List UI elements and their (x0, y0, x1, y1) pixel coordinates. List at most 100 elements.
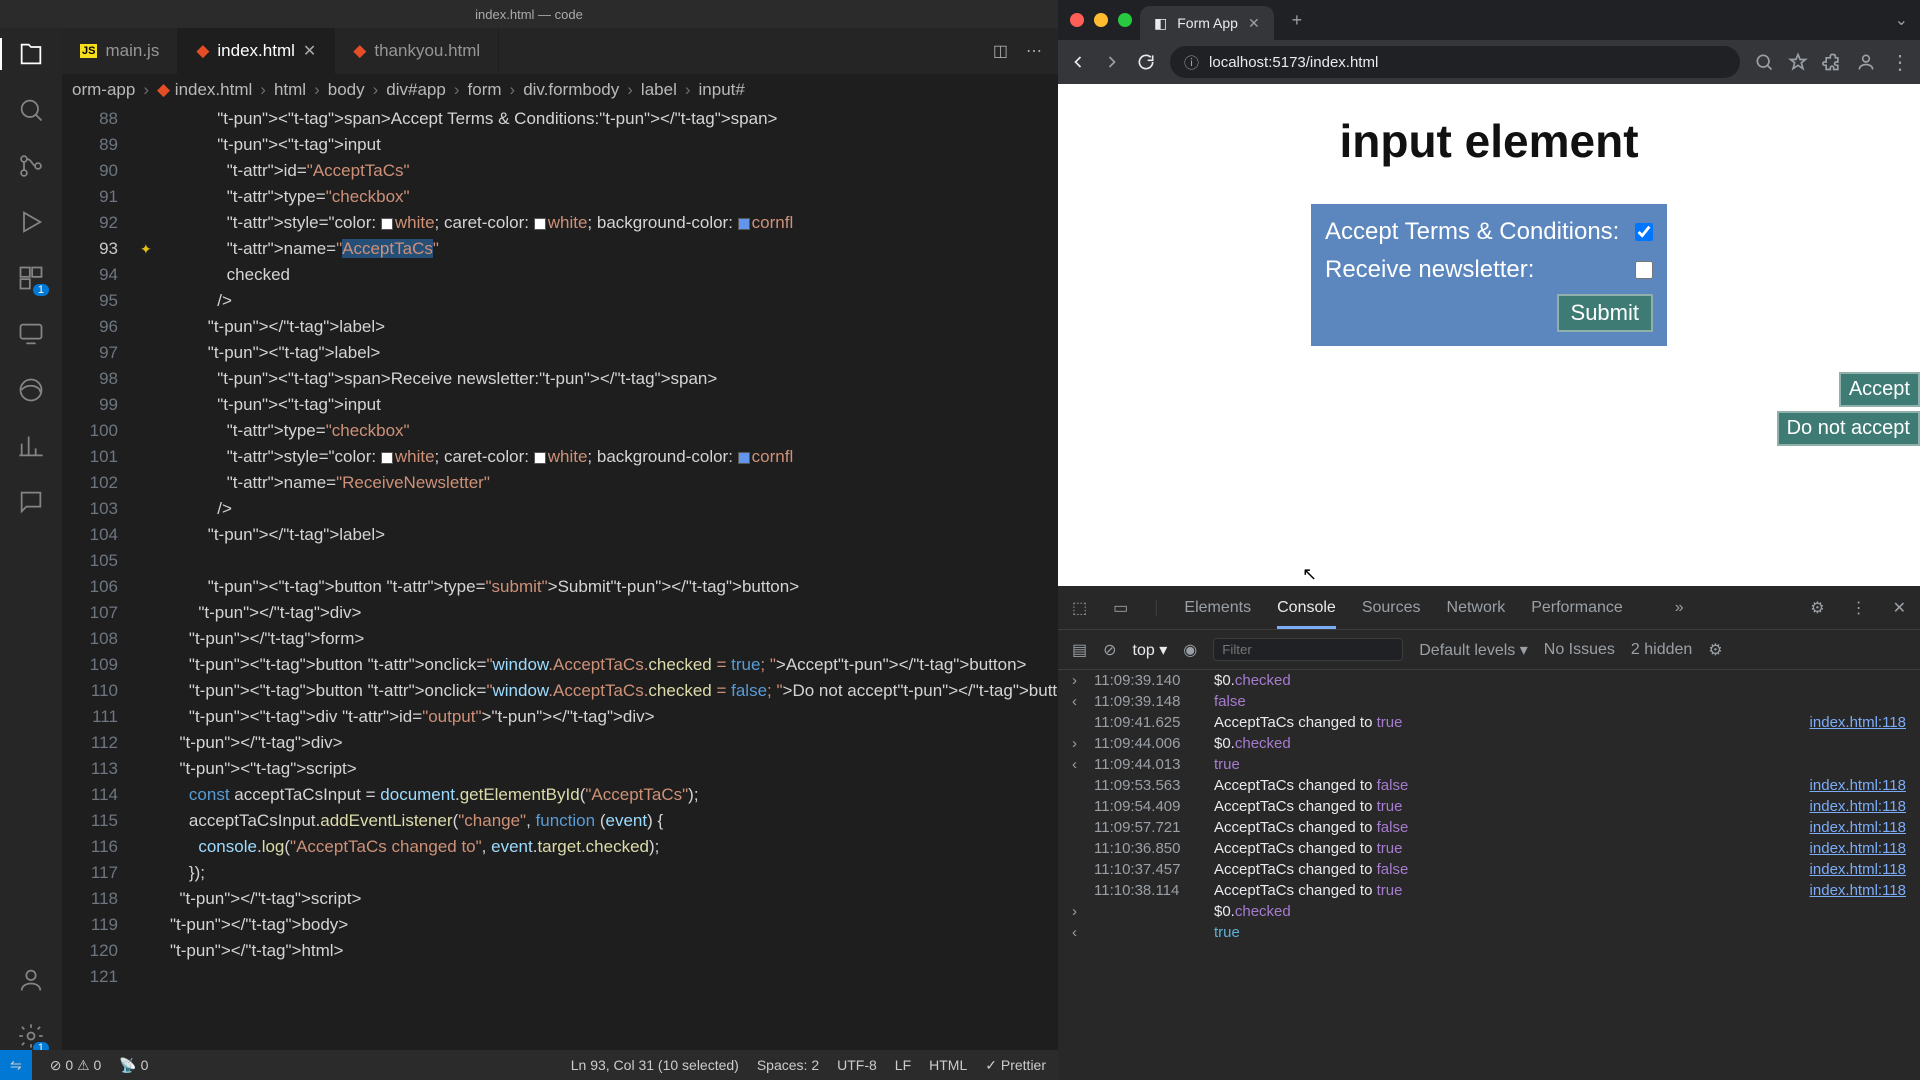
devtools-settings-icon[interactable]: ⚙ (1810, 598, 1824, 618)
breadcrumb-item[interactable]: div.formbody (523, 80, 619, 100)
code-editor[interactable]: 8889909192939495969798991001011021031041… (62, 106, 1058, 1050)
editor-tab-main-js[interactable]: JSmain.js (62, 28, 178, 74)
devtools-tab-elements[interactable]: Elements (1184, 599, 1251, 616)
code-content[interactable]: "t-pun"><"t-tag">span>Accept Terms & Con… (170, 106, 1058, 1050)
console-source-link[interactable]: index.html:118 (1810, 882, 1906, 899)
breadcrumb-item[interactable]: input# (699, 80, 745, 100)
status-errors[interactable]: ⊘ 0 ⚠ 0 (50, 1057, 102, 1074)
breadcrumb-item[interactable]: orm-app (72, 80, 135, 100)
inspect-icon[interactable]: ⬚ (1072, 598, 1087, 618)
device-toggle-icon[interactable]: ▭ (1113, 598, 1128, 618)
console-source-link[interactable]: index.html:118 (1810, 861, 1906, 878)
status-encoding[interactable]: UTF-8 (837, 1057, 877, 1073)
profile-icon[interactable] (1856, 52, 1876, 72)
hidden-count[interactable]: 2 hidden (1631, 641, 1692, 659)
status-bar: ⇋ ⊘ 0 ⚠ 0 📡 0 Ln 93, Col 31 (10 selected… (0, 1050, 1058, 1080)
settings-gear-icon[interactable]: 1 (17, 1022, 45, 1050)
more-actions-icon[interactable]: ⋯ (1026, 41, 1042, 61)
chat-icon[interactable] (17, 488, 45, 516)
breadcrumb-item[interactable]: ◆ index.html (157, 80, 252, 100)
devtools-tab-performance[interactable]: Performance (1531, 599, 1623, 616)
activity-bar: 1 1 (0, 28, 62, 1050)
breadcrumbs[interactable]: orm-app›◆ index.html›html›body›div#app›f… (62, 74, 1058, 106)
close-window-icon[interactable] (1070, 13, 1084, 27)
zoom-icon[interactable] (1754, 52, 1774, 72)
console-source-link[interactable]: index.html:118 (1810, 777, 1906, 794)
kebab-menu-icon[interactable]: ⋮ (1890, 50, 1910, 75)
vscode-title: index.html — code (475, 7, 583, 22)
devtools-tab-console[interactable]: Console (1277, 599, 1336, 629)
form-row-newsletter: Receive newsletter: (1325, 256, 1653, 284)
search-icon[interactable] (17, 96, 45, 124)
chart-icon[interactable] (17, 432, 45, 460)
terms-checkbox[interactable] (1635, 223, 1653, 241)
window-controls (1070, 13, 1132, 27)
devtools-panel: ⬚ ▭ | ElementsConsoleSourcesNetworkPerfo… (1058, 586, 1920, 1080)
submit-button[interactable]: Submit (1557, 294, 1653, 332)
clear-console-icon[interactable]: ⊘ (1103, 640, 1116, 660)
devtools-tab-network[interactable]: Network (1447, 599, 1506, 616)
back-icon[interactable] (1068, 52, 1088, 72)
forward-icon[interactable] (1102, 52, 1122, 72)
address-bar[interactable]: ⓘ localhost:5173/index.html (1170, 46, 1740, 78)
console-source-link[interactable]: index.html:118 (1810, 798, 1906, 815)
accounts-icon[interactable] (17, 966, 45, 994)
minimize-window-icon[interactable] (1094, 13, 1108, 27)
devtools-tab-sources[interactable]: Sources (1362, 599, 1421, 616)
url-text: localhost:5173/index.html (1209, 54, 1378, 71)
side-buttons: Accept Do not accept (1777, 372, 1920, 446)
status-eol[interactable]: LF (895, 1057, 911, 1073)
run-debug-icon[interactable] (17, 208, 45, 236)
newsletter-checkbox[interactable] (1635, 261, 1653, 279)
maximize-window-icon[interactable] (1118, 13, 1132, 27)
accept-button[interactable]: Accept (1839, 372, 1920, 407)
console-source-link[interactable]: index.html:118 (1810, 819, 1906, 836)
breadcrumb-item[interactable]: form (468, 80, 502, 100)
status-cursor[interactable]: Ln 93, Col 31 (10 selected) (571, 1057, 739, 1073)
status-ports[interactable]: 📡 0 (119, 1057, 148, 1074)
vscode-titlebar: index.html — code (0, 0, 1058, 28)
log-levels-selector[interactable]: Default levels ▾ (1419, 640, 1528, 660)
console-output[interactable]: ›11:09:39.140$0.checked‹11:09:39.148fals… (1058, 670, 1920, 1080)
status-formatter[interactable]: ✓ Prettier (985, 1057, 1046, 1074)
do-not-accept-button[interactable]: Do not accept (1777, 411, 1920, 446)
breadcrumb-item[interactable]: html (274, 80, 306, 100)
close-tab-icon[interactable]: ✕ (1248, 15, 1260, 32)
breadcrumb-item[interactable]: label (641, 80, 677, 100)
console-filter-input[interactable] (1213, 638, 1403, 661)
reload-icon[interactable] (1136, 52, 1156, 72)
editor-tab-thankyou-html[interactable]: ◆thankyou.html (335, 28, 499, 74)
breadcrumb-item[interactable]: div#app (386, 80, 446, 100)
editor-tab-index-html[interactable]: ◆index.html✕ (178, 28, 335, 74)
close-tab-icon[interactable]: ✕ (303, 41, 316, 61)
console-source-link[interactable]: index.html:118 (1810, 840, 1906, 857)
extensions-puzzle-icon[interactable] (1822, 52, 1842, 72)
newsletter-label: Receive newsletter: (1325, 256, 1534, 284)
bookmark-icon[interactable] (1788, 52, 1808, 72)
status-spaces[interactable]: Spaces: 2 (757, 1057, 819, 1073)
more-tabs-icon[interactable]: » (1675, 599, 1684, 617)
issues-indicator[interactable]: No Issues (1544, 641, 1615, 659)
tabs-dropdown-icon[interactable]: ⌄ (1895, 10, 1908, 30)
extensions-icon[interactable]: 1 (17, 264, 45, 292)
context-selector[interactable]: top ▾ (1133, 640, 1168, 660)
remote-indicator[interactable]: ⇋ (0, 1050, 32, 1080)
console-source-link[interactable]: index.html:118 (1810, 714, 1906, 731)
console-settings-icon[interactable]: ⚙ (1708, 640, 1722, 660)
new-tab-button[interactable]: + (1282, 10, 1313, 31)
browser-tab[interactable]: ◧ Form App ✕ (1140, 6, 1274, 40)
site-info-icon[interactable]: ⓘ (1184, 52, 1199, 73)
console-line: 11:09:57.721AcceptTaCs changed to falsei… (1058, 817, 1920, 838)
devtools-close-icon[interactable]: ✕ (1893, 598, 1906, 618)
console-line: ›$0.checked (1058, 901, 1920, 922)
breadcrumb-item[interactable]: body (328, 80, 365, 100)
edge-icon[interactable] (17, 376, 45, 404)
source-control-icon[interactable] (17, 152, 45, 180)
devtools-kebab-icon[interactable]: ⋮ (1851, 598, 1867, 618)
remote-explorer-icon[interactable] (17, 320, 45, 348)
split-editor-icon[interactable]: ◫ (993, 41, 1008, 61)
explorer-icon[interactable] (17, 40, 45, 68)
console-sidebar-icon[interactable]: ▤ (1072, 640, 1087, 660)
live-expression-icon[interactable]: ◉ (1183, 640, 1197, 660)
status-lang[interactable]: HTML (929, 1057, 967, 1073)
